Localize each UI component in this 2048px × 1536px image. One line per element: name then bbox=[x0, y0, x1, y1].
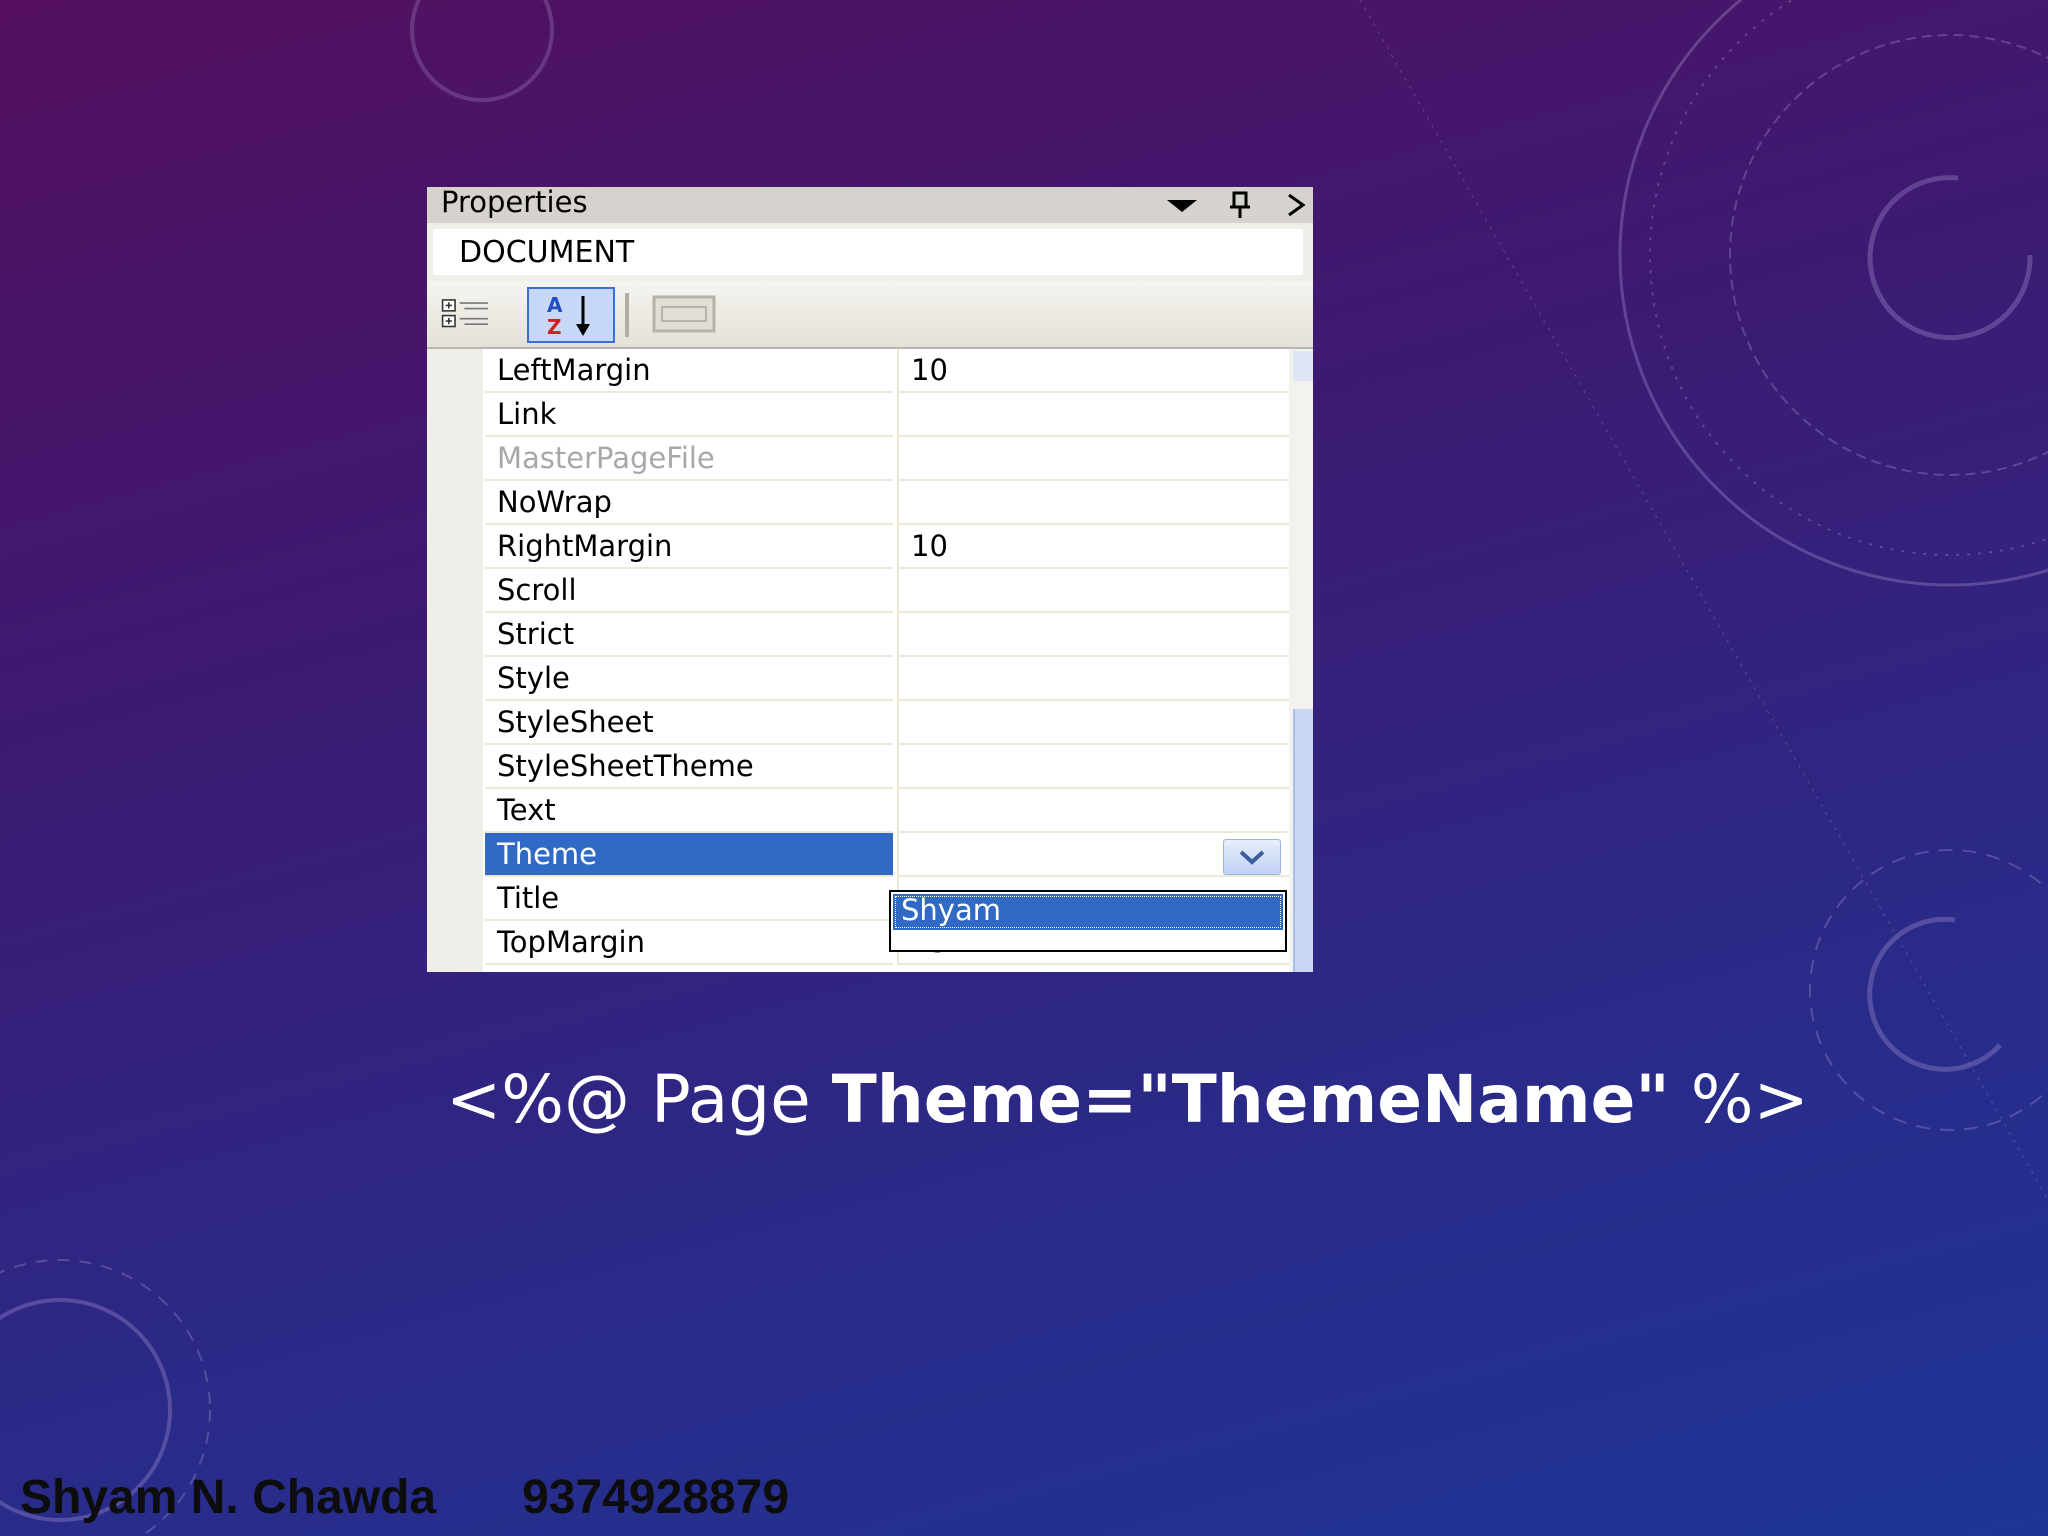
toolbar-separator bbox=[625, 293, 629, 337]
property-name: NoWrap bbox=[497, 485, 612, 519]
scroll-thumb[interactable] bbox=[1293, 709, 1313, 972]
alphabetical-sort-icon: A Z bbox=[547, 293, 590, 338]
properties-window: Properties DOCUMENT A Z LeftMargin 10 Li… bbox=[427, 187, 1313, 972]
close-icon[interactable] bbox=[1279, 187, 1313, 223]
property-row-link[interactable]: Link bbox=[483, 393, 1313, 437]
property-name: Link bbox=[497, 397, 557, 431]
property-name: TopMargin bbox=[497, 925, 645, 959]
svg-text:Z: Z bbox=[547, 315, 562, 338]
property-row-theme[interactable]: Theme bbox=[483, 833, 1313, 877]
property-row-scroll[interactable]: Scroll bbox=[483, 569, 1313, 613]
dropdown-arrow-icon[interactable] bbox=[1163, 187, 1201, 223]
object-name: DOCUMENT bbox=[459, 235, 635, 270]
property-name: Text bbox=[497, 793, 556, 827]
property-name: Scroll bbox=[497, 573, 577, 607]
grid-gutter bbox=[427, 349, 483, 972]
property-value: 10 bbox=[911, 529, 948, 563]
property-name: Style bbox=[497, 661, 570, 695]
scroll-up-arrow-icon[interactable] bbox=[1293, 351, 1313, 381]
property-row-style[interactable]: Style bbox=[483, 657, 1313, 701]
phone-number: 9374928879 bbox=[522, 1471, 790, 1524]
properties-title-bar: Properties bbox=[427, 187, 1313, 223]
property-row-rightmargin[interactable]: RightMargin 10 bbox=[483, 525, 1313, 569]
theme-dropdown-button[interactable] bbox=[1223, 839, 1281, 875]
svg-text:A: A bbox=[547, 293, 563, 317]
property-name: StyleSheet bbox=[497, 705, 654, 739]
chevron-down-icon bbox=[1239, 850, 1265, 865]
theme-dropdown-list: Shyam bbox=[889, 890, 1287, 952]
property-grid: LeftMargin 10 Link MasterPageFile NoWrap… bbox=[427, 349, 1313, 972]
property-row-stylesheet[interactable]: StyleSheet bbox=[483, 701, 1313, 745]
property-value: 10 bbox=[911, 353, 948, 387]
property-pages-button[interactable] bbox=[649, 289, 719, 339]
property-row-text[interactable]: Text bbox=[483, 789, 1313, 833]
property-pages-icon bbox=[652, 295, 716, 333]
property-name: StyleSheetTheme bbox=[497, 749, 754, 783]
property-row-nowrap[interactable]: NoWrap bbox=[483, 481, 1313, 525]
object-name-field[interactable]: DOCUMENT bbox=[433, 229, 1303, 275]
categorized-icon bbox=[441, 299, 488, 328]
footer: Shyam N. Chawda 9374928879 bbox=[20, 1468, 789, 1528]
property-name: MasterPageFile bbox=[497, 441, 715, 475]
page-directive-code: <%@ Page Theme="ThemeName" %> bbox=[446, 1061, 1809, 1138]
property-row-stylesheettheme[interactable]: StyleSheetTheme bbox=[483, 745, 1313, 789]
property-row-masterpagefile[interactable]: MasterPageFile bbox=[483, 437, 1313, 481]
pin-icon[interactable] bbox=[1223, 187, 1257, 223]
theme-option[interactable]: Shyam bbox=[893, 893, 1283, 930]
property-name: RightMargin bbox=[497, 529, 673, 563]
property-name: Theme bbox=[497, 837, 598, 871]
property-name: LeftMargin bbox=[497, 353, 651, 387]
object-selector[interactable]: DOCUMENT bbox=[427, 223, 1313, 281]
property-name: Strict bbox=[497, 617, 575, 651]
property-name: Title bbox=[497, 881, 560, 915]
properties-title: Properties bbox=[441, 187, 588, 219]
author-name: Shyam N. Chawda bbox=[20, 1471, 437, 1524]
grid-scrollbar[interactable] bbox=[1289, 349, 1313, 972]
categorized-button[interactable] bbox=[441, 289, 491, 339]
property-row-strict[interactable]: Strict bbox=[483, 613, 1313, 657]
properties-toolbar: A Z bbox=[427, 281, 1313, 349]
alphabetical-button[interactable]: A Z bbox=[527, 287, 615, 343]
property-row-leftmargin[interactable]: LeftMargin 10 bbox=[483, 349, 1313, 393]
